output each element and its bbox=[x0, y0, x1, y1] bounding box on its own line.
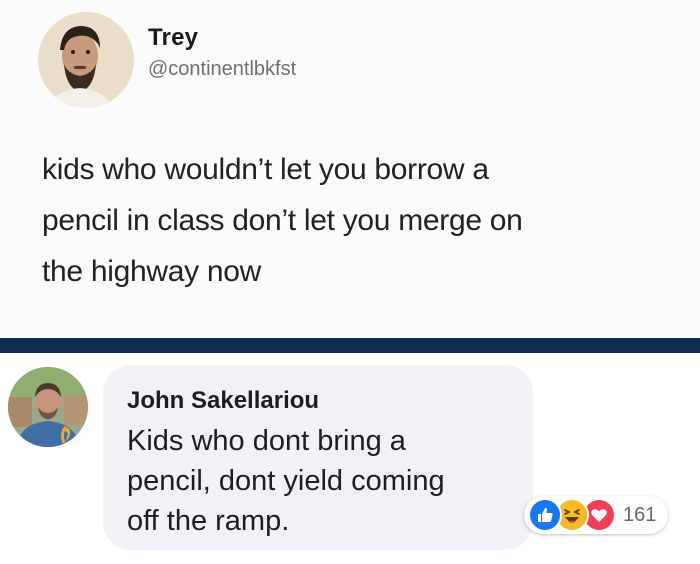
tweet-text: kids who wouldn’t let you borrow a penci… bbox=[42, 144, 682, 297]
tweet-card: Trey @continentlbkfst kids who wouldn’t … bbox=[0, 0, 700, 338]
tweet-text-line: kids who wouldn’t let you borrow a bbox=[42, 153, 489, 186]
comment-text-line: Kids who dont bring a bbox=[127, 425, 406, 457]
tweet-author-name[interactable]: Trey bbox=[148, 24, 198, 52]
comment-text-line: pencil, dont yield coming bbox=[127, 465, 445, 497]
comment-author-name[interactable]: John Sakellariou bbox=[127, 387, 319, 415]
comment-text: Kids who dont bring a pencil, dont yield… bbox=[127, 421, 522, 541]
tweet-text-line: pencil in class don’t let you merge on bbox=[42, 204, 523, 237]
comment-bubble: John Sakellariou Kids who dont bring a p… bbox=[103, 365, 533, 550]
screenshot: Trey @continentlbkfst kids who wouldn’t … bbox=[0, 0, 700, 564]
reactions-summary[interactable]: 161 bbox=[524, 496, 669, 534]
comment-text-line: off the ramp. bbox=[127, 505, 290, 537]
commenter-avatar[interactable] bbox=[8, 367, 88, 447]
tweet-author-handle[interactable]: @continentlbkfst bbox=[148, 58, 296, 81]
tweet-text-line: the highway now bbox=[42, 255, 261, 288]
facebook-comment: John Sakellariou Kids who dont bring a p… bbox=[0, 353, 700, 564]
like-icon bbox=[528, 498, 562, 532]
tweet-avatar[interactable] bbox=[38, 12, 134, 108]
reaction-count: 161 bbox=[623, 503, 657, 526]
section-divider bbox=[0, 338, 700, 353]
